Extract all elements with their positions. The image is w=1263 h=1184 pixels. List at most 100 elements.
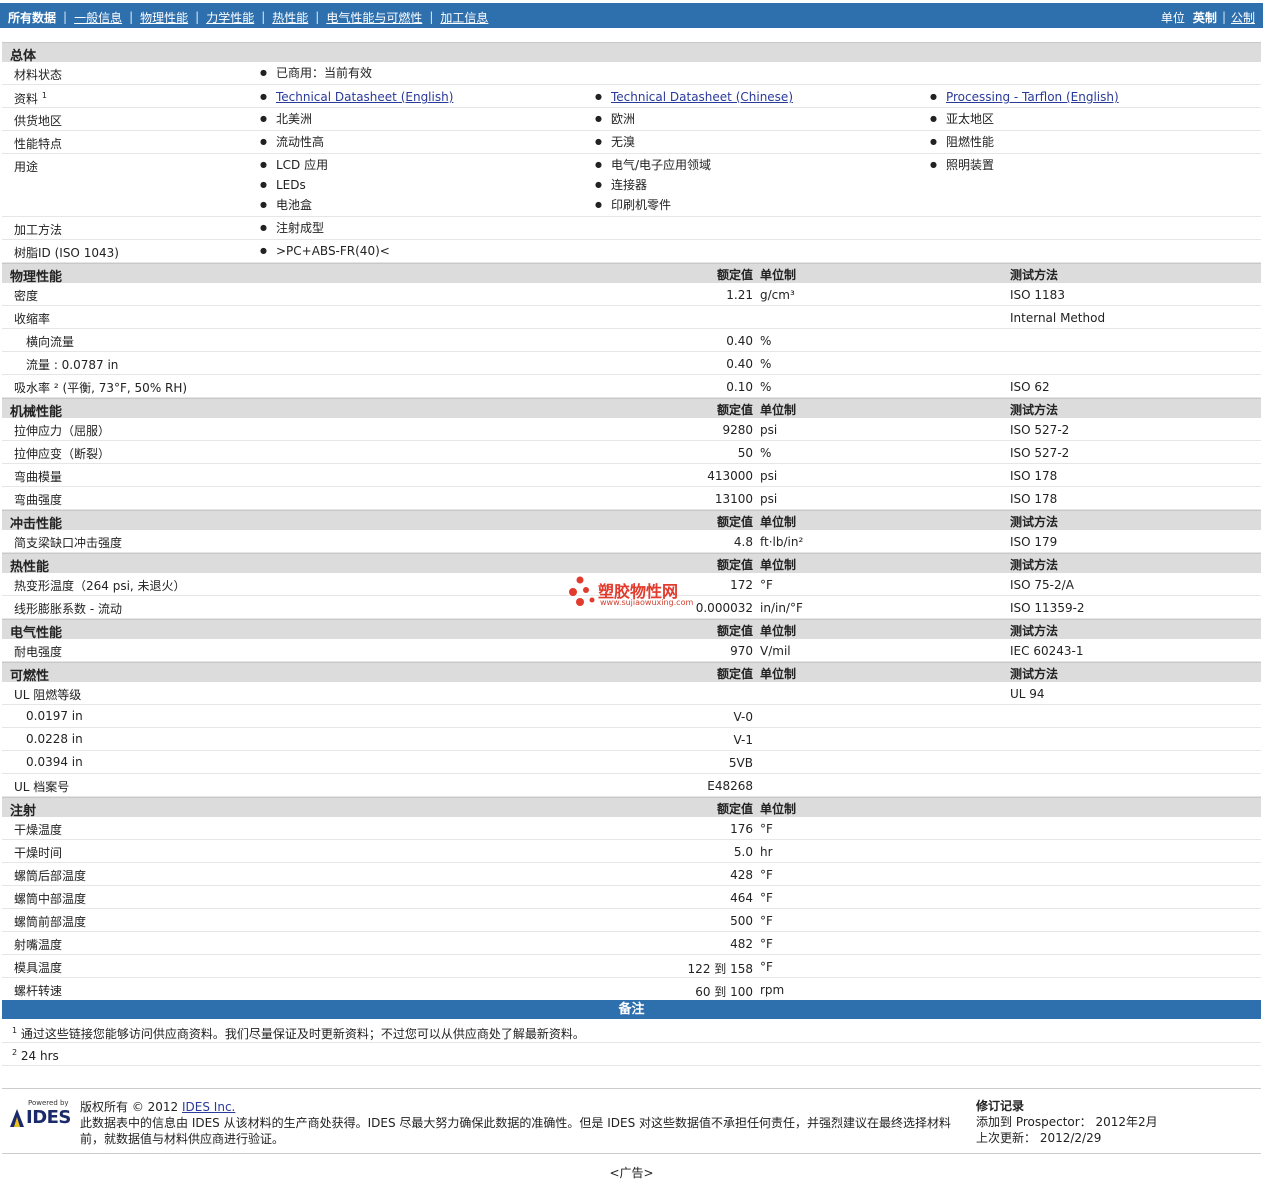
tab-separator: | bbox=[129, 10, 134, 24]
property-row: 0.0394 in 5VB bbox=[2, 751, 1261, 774]
property-label: 拉伸应变（断裂） bbox=[14, 447, 111, 461]
unit-switcher: 单位 英制 | 公制 bbox=[1161, 7, 1255, 27]
tab-electrical[interactable]: 电气性能与可燃性 bbox=[326, 9, 422, 26]
col-header-value: 额定值 bbox=[716, 558, 753, 572]
tab-all-data[interactable]: 所有数据 bbox=[8, 9, 56, 26]
property-row: 干燥温度 176 °F bbox=[2, 817, 1261, 840]
property-method: ISO 178 bbox=[1010, 469, 1058, 483]
row-label: 供货地区 bbox=[14, 114, 63, 128]
unit-metric-link[interactable]: 公制 bbox=[1231, 9, 1255, 26]
property-value: 5VB bbox=[728, 756, 753, 770]
property-label: 收缩率 bbox=[14, 312, 51, 326]
region-value: 欧洲 bbox=[595, 109, 635, 129]
property-unit: % bbox=[760, 334, 772, 348]
col-header-method: 测试方法 bbox=[1010, 515, 1059, 529]
doc-link-chinese[interactable]: Technical Datasheet (Chinese) bbox=[611, 90, 793, 104]
row-process-method: 加工方法 注射成型 bbox=[2, 217, 1261, 240]
property-row: 螺筒前部温度 500 °F bbox=[2, 909, 1261, 932]
row-label: 树脂ID (ISO 1043) bbox=[14, 246, 119, 260]
section-impact-header: 冲击性能 额定值 单位制 测试方法 bbox=[2, 510, 1261, 532]
property-unit: % bbox=[760, 446, 772, 460]
property-row: 吸水率 ² (平衡, 73°F, 50% RH) 0.10% ISO 62 bbox=[2, 375, 1261, 398]
property-method: ISO 1183 bbox=[1010, 288, 1065, 302]
property-unit: psi bbox=[760, 469, 778, 483]
property-value: 413000 bbox=[707, 469, 753, 483]
property-unit: hr bbox=[760, 845, 773, 859]
property-method: ISO 11359-2 bbox=[1010, 601, 1085, 615]
property-unit: psi bbox=[760, 423, 778, 437]
property-value: 0.40 bbox=[726, 357, 753, 371]
property-row: 0.0228 in V-1 bbox=[2, 728, 1261, 751]
tab-physical[interactable]: 物理性能 bbox=[140, 9, 188, 26]
property-unit: °F bbox=[760, 822, 773, 836]
property-unit: rpm bbox=[760, 983, 785, 997]
watermark-url: www.sujiaowuxing.com bbox=[600, 598, 694, 607]
region-value: 北美洲 bbox=[260, 109, 312, 129]
property-label: 螺筒中部温度 bbox=[14, 892, 87, 906]
tab-mechanical[interactable]: 力学性能 bbox=[206, 9, 254, 26]
section-flammability-header: 可燃性 额定值 单位制 测试方法 bbox=[2, 662, 1261, 684]
property-value: 13100 bbox=[714, 492, 753, 506]
note-text: 通过这些链接您能够访问供应商资料。我们尽量保证及时更新资料；不过您可以从供应商处… bbox=[20, 1027, 585, 1041]
status-cell: 已商用：当前有效 bbox=[260, 63, 372, 83]
row-features: 性能特点 流动性高 无溴 阻燃性能 bbox=[2, 131, 1261, 154]
tab-general[interactable]: 一般信息 bbox=[74, 9, 122, 26]
property-unit: °F bbox=[760, 891, 773, 905]
status-value: 已商用：当前有效 bbox=[260, 63, 372, 83]
col-header-value: 额定值 bbox=[716, 667, 753, 681]
property-value: 1.21 bbox=[726, 288, 753, 302]
use-item: 电池盒 bbox=[260, 195, 328, 215]
property-label: 0.0228 in bbox=[26, 732, 83, 746]
section-injection-header: 注射 额定值 单位制 bbox=[2, 797, 1261, 819]
doc-link-processing[interactable]: Processing - Tarflon (English) bbox=[946, 90, 1119, 104]
row-documents: 资料 1 Technical Datasheet (English) Techn… bbox=[2, 85, 1261, 108]
property-unit: % bbox=[760, 357, 772, 371]
row-label: 加工方法 bbox=[14, 223, 63, 237]
property-value: 464 bbox=[730, 891, 753, 905]
company-link[interactable]: IDES Inc. bbox=[182, 1100, 235, 1114]
property-row: 射嘴温度 482 °F bbox=[2, 932, 1261, 955]
copyright-prefix: 版权所有 © 2012 bbox=[80, 1100, 179, 1114]
property-label: 吸水率 ² (平衡, 73°F, 50% RH) bbox=[14, 381, 188, 395]
property-unit: g/cm³ bbox=[760, 288, 795, 302]
property-row: 螺筒中部温度 464 °F bbox=[2, 886, 1261, 909]
tab-processing[interactable]: 加工信息 bbox=[440, 9, 488, 26]
property-label: 拉伸应力（屈服） bbox=[14, 424, 111, 438]
property-label: 流量 : 0.0787 in bbox=[26, 358, 119, 372]
col-header-unit: 单位制 bbox=[760, 268, 797, 282]
note-text: 24 hrs bbox=[20, 1049, 59, 1063]
note-item: 2 24 hrs bbox=[2, 1043, 1261, 1066]
row-label: 材料状态 bbox=[14, 68, 63, 82]
col-header-value: 额定值 bbox=[716, 802, 753, 816]
note-text-wrap: 1 通过这些链接您能够访问供应商资料。我们尽量保证及时更新资料；不过您可以从供应… bbox=[12, 1025, 585, 1042]
ides-logo-text: IDES bbox=[26, 1107, 71, 1128]
tab-thermal[interactable]: 热性能 bbox=[272, 9, 308, 26]
row-label: 资料 1 bbox=[14, 90, 47, 107]
section-mechanical-header: 机械性能 额定值 单位制 测试方法 bbox=[2, 398, 1261, 420]
feature-cell: 无溴 bbox=[595, 132, 635, 152]
col-header-method: 测试方法 bbox=[1010, 667, 1059, 681]
col-header-method: 测试方法 bbox=[1010, 268, 1059, 282]
watermark: 塑胶物性网 www.sujiaowuxing.com bbox=[568, 576, 708, 612]
feature-cell: 阻燃性能 bbox=[930, 132, 994, 152]
footnote-marker: 1 bbox=[41, 91, 47, 100]
property-groups: 物理性能 额定值 单位制 测试方法 密度 1.21 g/cm³ ISO 1183 收缩率 Inte… bbox=[2, 263, 1261, 1001]
row-label: 用途 bbox=[14, 160, 39, 174]
property-value: 50 bbox=[737, 446, 753, 460]
use-item: 电气/电子应用领域 bbox=[595, 155, 711, 175]
property-unit: V/mil bbox=[760, 644, 791, 658]
section-general-header: 总体 bbox=[2, 42, 1261, 64]
col-header-unit: 单位制 bbox=[760, 558, 797, 572]
section-electrical-header: 电气性能 额定值 单位制 测试方法 bbox=[2, 619, 1261, 641]
property-row: 收缩率 Internal Method bbox=[2, 306, 1261, 329]
property-row: 简支梁缺口冲击强度 4.8 ft·lb/in² ISO 179 bbox=[2, 530, 1261, 553]
doc-link-english[interactable]: Technical Datasheet (English) bbox=[276, 90, 453, 104]
unit-english-selected[interactable]: 英制 bbox=[1193, 9, 1217, 26]
property-method: ISO 527-2 bbox=[1010, 423, 1070, 437]
use-item: LCD 应用 bbox=[260, 155, 328, 175]
tab-separator: | bbox=[195, 10, 200, 24]
doc-cell: Processing - Tarflon (English) bbox=[930, 87, 1119, 107]
property-unit: °F bbox=[760, 960, 773, 974]
property-label: 干燥时间 bbox=[14, 846, 63, 860]
property-row: 流量 : 0.0787 in 0.40% bbox=[2, 352, 1261, 375]
